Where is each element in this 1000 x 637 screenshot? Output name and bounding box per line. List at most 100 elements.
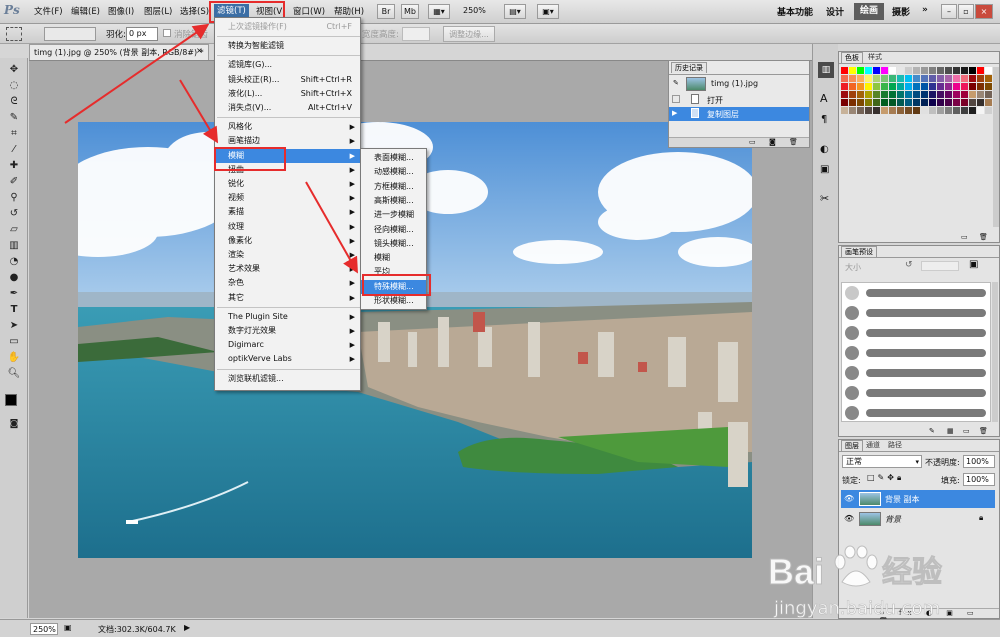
filter-menu-item[interactable]: 滤镜库(G)...	[215, 58, 360, 72]
new-swatch-icon[interactable]: ▭	[961, 233, 968, 241]
zoom-tool-icon[interactable]: 🔍︎	[7, 368, 21, 380]
brush-panel-icon[interactable]: ◐	[820, 144, 829, 155]
blur-submenu-item[interactable]: 动感模糊...	[361, 165, 426, 179]
trash-icon[interactable]: 🗑︎	[789, 138, 798, 146]
color-swatch[interactable]	[937, 67, 944, 74]
color-swatch[interactable]	[897, 83, 904, 90]
color-swatch[interactable]	[881, 107, 888, 114]
filter-menu-item[interactable]: 转换为智能滤镜	[215, 39, 360, 53]
color-swatch[interactable]	[849, 75, 856, 82]
quick-select-tool-icon[interactable]: ✎	[7, 112, 21, 124]
color-swatch[interactable]	[985, 75, 992, 82]
status-zoom[interactable]: 250%	[30, 623, 58, 635]
filter-menu-item[interactable]: 艺术效果 ▶	[215, 262, 360, 276]
swatch-grid[interactable]	[841, 67, 993, 127]
menu-help[interactable]: 帮助(H)	[334, 5, 364, 17]
shape-tool-icon[interactable]: ▭	[7, 336, 21, 348]
pen-tool-icon[interactable]: ✒	[7, 288, 21, 300]
clone-stamp-icon[interactable]: ⚲	[7, 192, 21, 204]
blur-submenu-item[interactable]: 径向模糊...	[361, 223, 426, 237]
filter-menu-item[interactable]: 素描 ▶	[215, 205, 360, 219]
selection-mode-icons[interactable]	[44, 27, 96, 41]
color-swatch[interactable]	[897, 67, 904, 74]
menu-edit[interactable]: 编辑(E)	[71, 5, 100, 17]
path-select-icon[interactable]: ➤	[7, 320, 21, 332]
filter-menu-item[interactable]: 风格化 ▶	[215, 120, 360, 134]
color-swatch[interactable]	[905, 107, 912, 114]
color-swatch[interactable]	[953, 107, 960, 114]
more-workspaces-icon[interactable]: »	[922, 5, 928, 15]
blend-mode-select[interactable]: 正常 ▾	[842, 455, 922, 468]
color-swatch[interactable]	[865, 107, 872, 114]
brush-preset-row[interactable]	[842, 343, 992, 363]
delete-swatch-icon[interactable]: 🗑︎	[979, 233, 988, 241]
color-swatch[interactable]	[841, 75, 848, 82]
filter-menu-item[interactable]: Digimarc ▶	[215, 338, 360, 352]
color-swatch[interactable]	[921, 107, 928, 114]
visibility-eye-icon[interactable]: 👁︎	[844, 514, 854, 523]
filter-menu-item[interactable]: The Plugin Site ▶	[215, 310, 360, 324]
blur-submenu-item[interactable]: 表面模糊...	[361, 151, 426, 165]
blur-submenu-item[interactable]: 模糊	[361, 251, 426, 265]
color-swatch[interactable]	[953, 83, 960, 90]
color-swatch[interactable]	[961, 107, 968, 114]
document-close-icon[interactable]: ×	[196, 46, 203, 55]
color-swatch[interactable]	[953, 75, 960, 82]
new-brush-icon[interactable]: ▭	[963, 427, 970, 435]
color-swatch[interactable]	[897, 91, 904, 98]
color-swatch[interactable]	[905, 75, 912, 82]
color-swatch[interactable]	[929, 91, 936, 98]
hand-tool-icon[interactable]: ✋	[7, 352, 21, 364]
filter-menu-item[interactable]: 杂色 ▶	[215, 276, 360, 290]
color-swatch[interactable]	[865, 67, 872, 74]
color-swatch[interactable]	[961, 91, 968, 98]
history-tab[interactable]: 历史记录	[671, 62, 707, 73]
gradient-tool-icon[interactable]: ▥	[7, 240, 21, 252]
color-swatch[interactable]	[937, 107, 944, 114]
tab-swatches[interactable]: 色板	[841, 52, 863, 63]
blur-submenu-item[interactable]: 形状模糊...	[361, 294, 426, 308]
antialias-checkbox[interactable]	[163, 29, 171, 37]
dodge-tool-icon[interactable]: ●	[7, 272, 21, 284]
workspace-painting[interactable]: 绘画	[854, 3, 885, 20]
view-extras-button[interactable]: ▦▾	[428, 4, 450, 19]
close-icon[interactable]: ×	[975, 4, 993, 19]
minibridge-button[interactable]: Mb	[401, 4, 419, 19]
color-swatch[interactable]	[913, 91, 920, 98]
color-swatch[interactable]	[921, 83, 928, 90]
filter-menu-item[interactable]: 其它 ▶	[215, 291, 360, 305]
color-swatch[interactable]	[881, 75, 888, 82]
blur-submenu-item[interactable]: 镜头模糊...	[361, 237, 426, 251]
color-swatch[interactable]	[929, 107, 936, 114]
tab-layers[interactable]: 图层	[841, 440, 863, 451]
restore-icon[interactable]: ▫	[958, 4, 974, 19]
blur-submenu-item[interactable]: 进一步模糊	[361, 208, 426, 222]
filter-menu-item[interactable]: 镜头校正(R)... Shift+Ctrl+R	[215, 73, 360, 87]
color-swatch[interactable]	[865, 99, 872, 106]
filter-menu-item[interactable]: 消失点(V)... Alt+Ctrl+V	[215, 101, 360, 115]
color-swatch[interactable]	[969, 107, 976, 114]
paragraph-panel-icon[interactable]: ¶	[821, 114, 827, 125]
move-tool-icon[interactable]: ✥	[7, 64, 21, 76]
color-swatch[interactable]	[929, 75, 936, 82]
color-swatch[interactable]	[921, 75, 928, 82]
menu-window[interactable]: 窗口(W)	[293, 5, 325, 17]
filter-menu-item[interactable]: 纹理 ▶	[215, 220, 360, 234]
color-swatch[interactable]	[873, 99, 880, 106]
color-swatch[interactable]	[841, 83, 848, 90]
status-arrow-icon[interactable]: ▶	[184, 623, 190, 632]
history-step-duplicate-layer[interactable]: ▶ 复制图层	[669, 107, 809, 121]
filter-menu-item[interactable]: 液化(L)... Shift+Ctrl+X	[215, 87, 360, 101]
brushes-scrollbar[interactable]	[992, 282, 998, 422]
color-swatch[interactable]	[849, 99, 856, 106]
color-swatch[interactable]	[881, 83, 888, 90]
color-swatch[interactable]	[913, 99, 920, 106]
color-swatch[interactable]	[873, 107, 880, 114]
color-swatch[interactable]	[929, 99, 936, 106]
filter-menu-item[interactable]: 锐化 ▶	[215, 177, 360, 191]
color-swatch[interactable]	[945, 99, 952, 106]
color-swatch[interactable]	[889, 75, 896, 82]
tab-paths[interactable]: 路径	[885, 440, 905, 451]
eraser-tool-icon[interactable]: ▱	[7, 224, 21, 236]
color-swatch[interactable]	[865, 91, 872, 98]
